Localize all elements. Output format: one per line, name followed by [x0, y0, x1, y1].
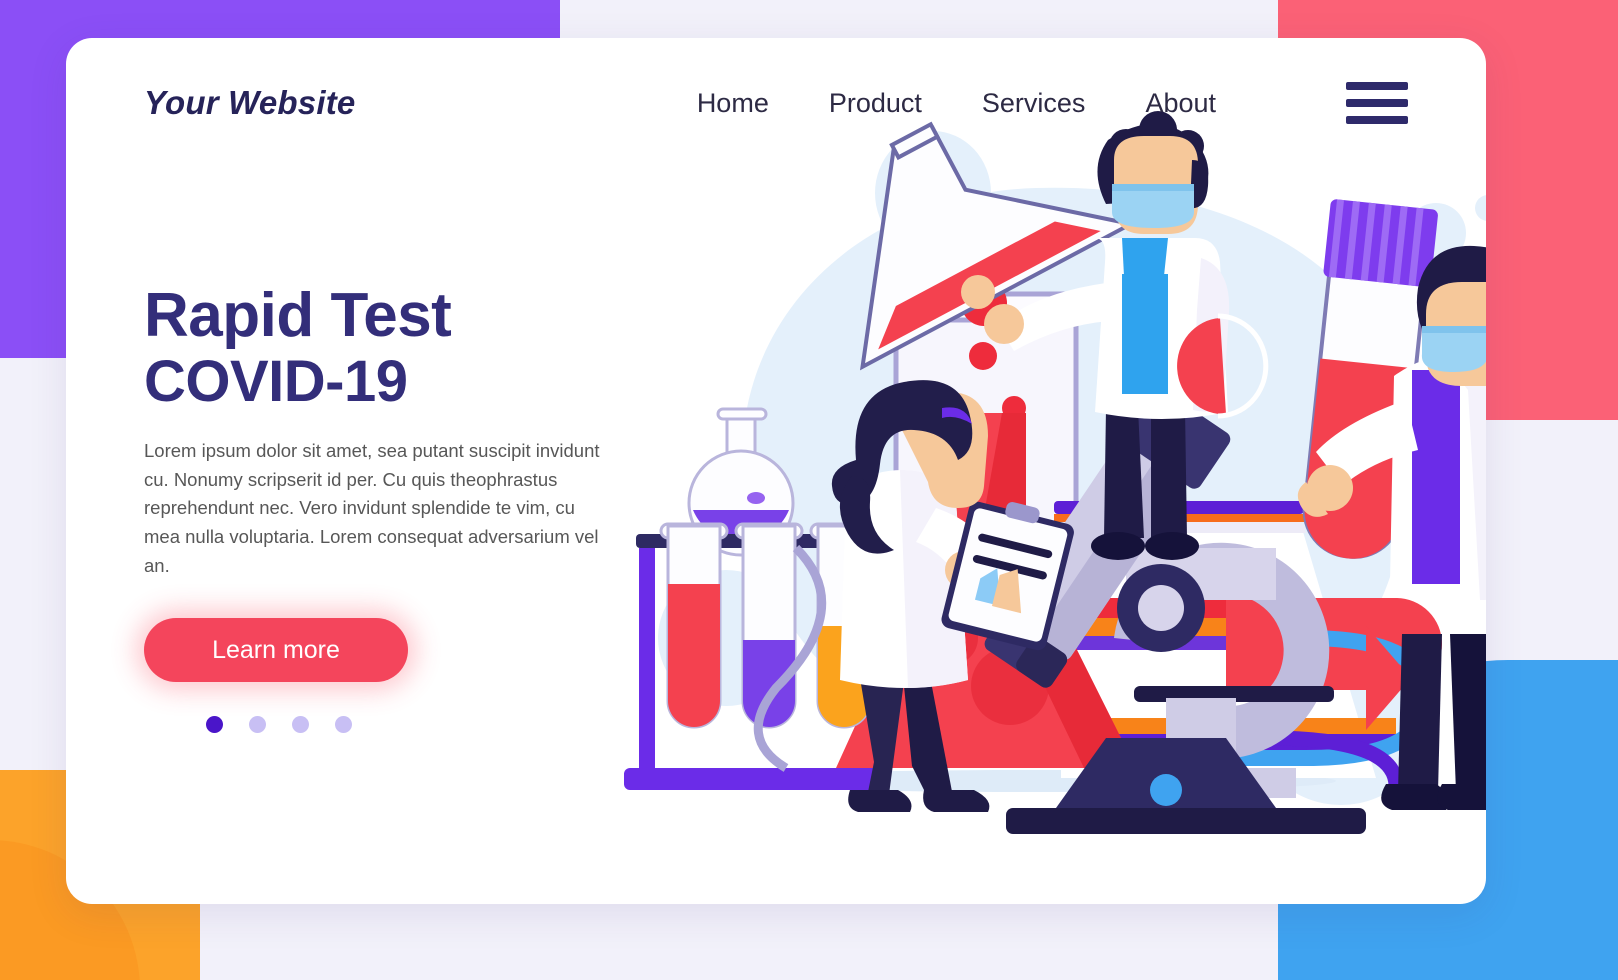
carousel-dot-4[interactable]	[335, 716, 352, 734]
hamburger-bar-1	[1346, 82, 1408, 90]
nav-item-services[interactable]: Services	[982, 88, 1086, 119]
page-title-line-2: COVID-19	[144, 348, 408, 414]
carousel-dot-3[interactable]	[292, 716, 309, 734]
carousel-pagination	[144, 716, 664, 734]
page-title-line-1: Rapid Test	[144, 281, 452, 350]
hero-description: Lorem ipsum dolor sit amet, sea putant s…	[144, 439, 600, 576]
nav-item-product[interactable]: Product	[829, 88, 922, 119]
nav-item-about[interactable]: About	[1145, 88, 1216, 119]
hamburger-icon[interactable]	[1346, 82, 1408, 124]
hamburger-bar-2	[1346, 99, 1408, 107]
hero-illustration	[606, 78, 1486, 868]
hamburger-bar-3	[1346, 116, 1408, 124]
landing-card: Your Website Home Product Services About…	[66, 38, 1486, 904]
cta-wrapper: Learn more	[136, 610, 444, 691]
hero-section: Rapid Test COVID-19 Lorem ipsum dolor si…	[136, 281, 664, 734]
learn-more-button[interactable]: Learn more	[144, 618, 408, 683]
site-header: Your Website Home Product Services About	[66, 38, 1486, 168]
site-logo[interactable]: Your Website	[144, 84, 355, 122]
carousel-dot-1[interactable]	[206, 716, 223, 734]
nav-item-home[interactable]: Home	[697, 88, 769, 119]
main-navigation: Home Product Services About	[697, 82, 1408, 124]
carousel-dot-2[interactable]	[249, 716, 266, 734]
